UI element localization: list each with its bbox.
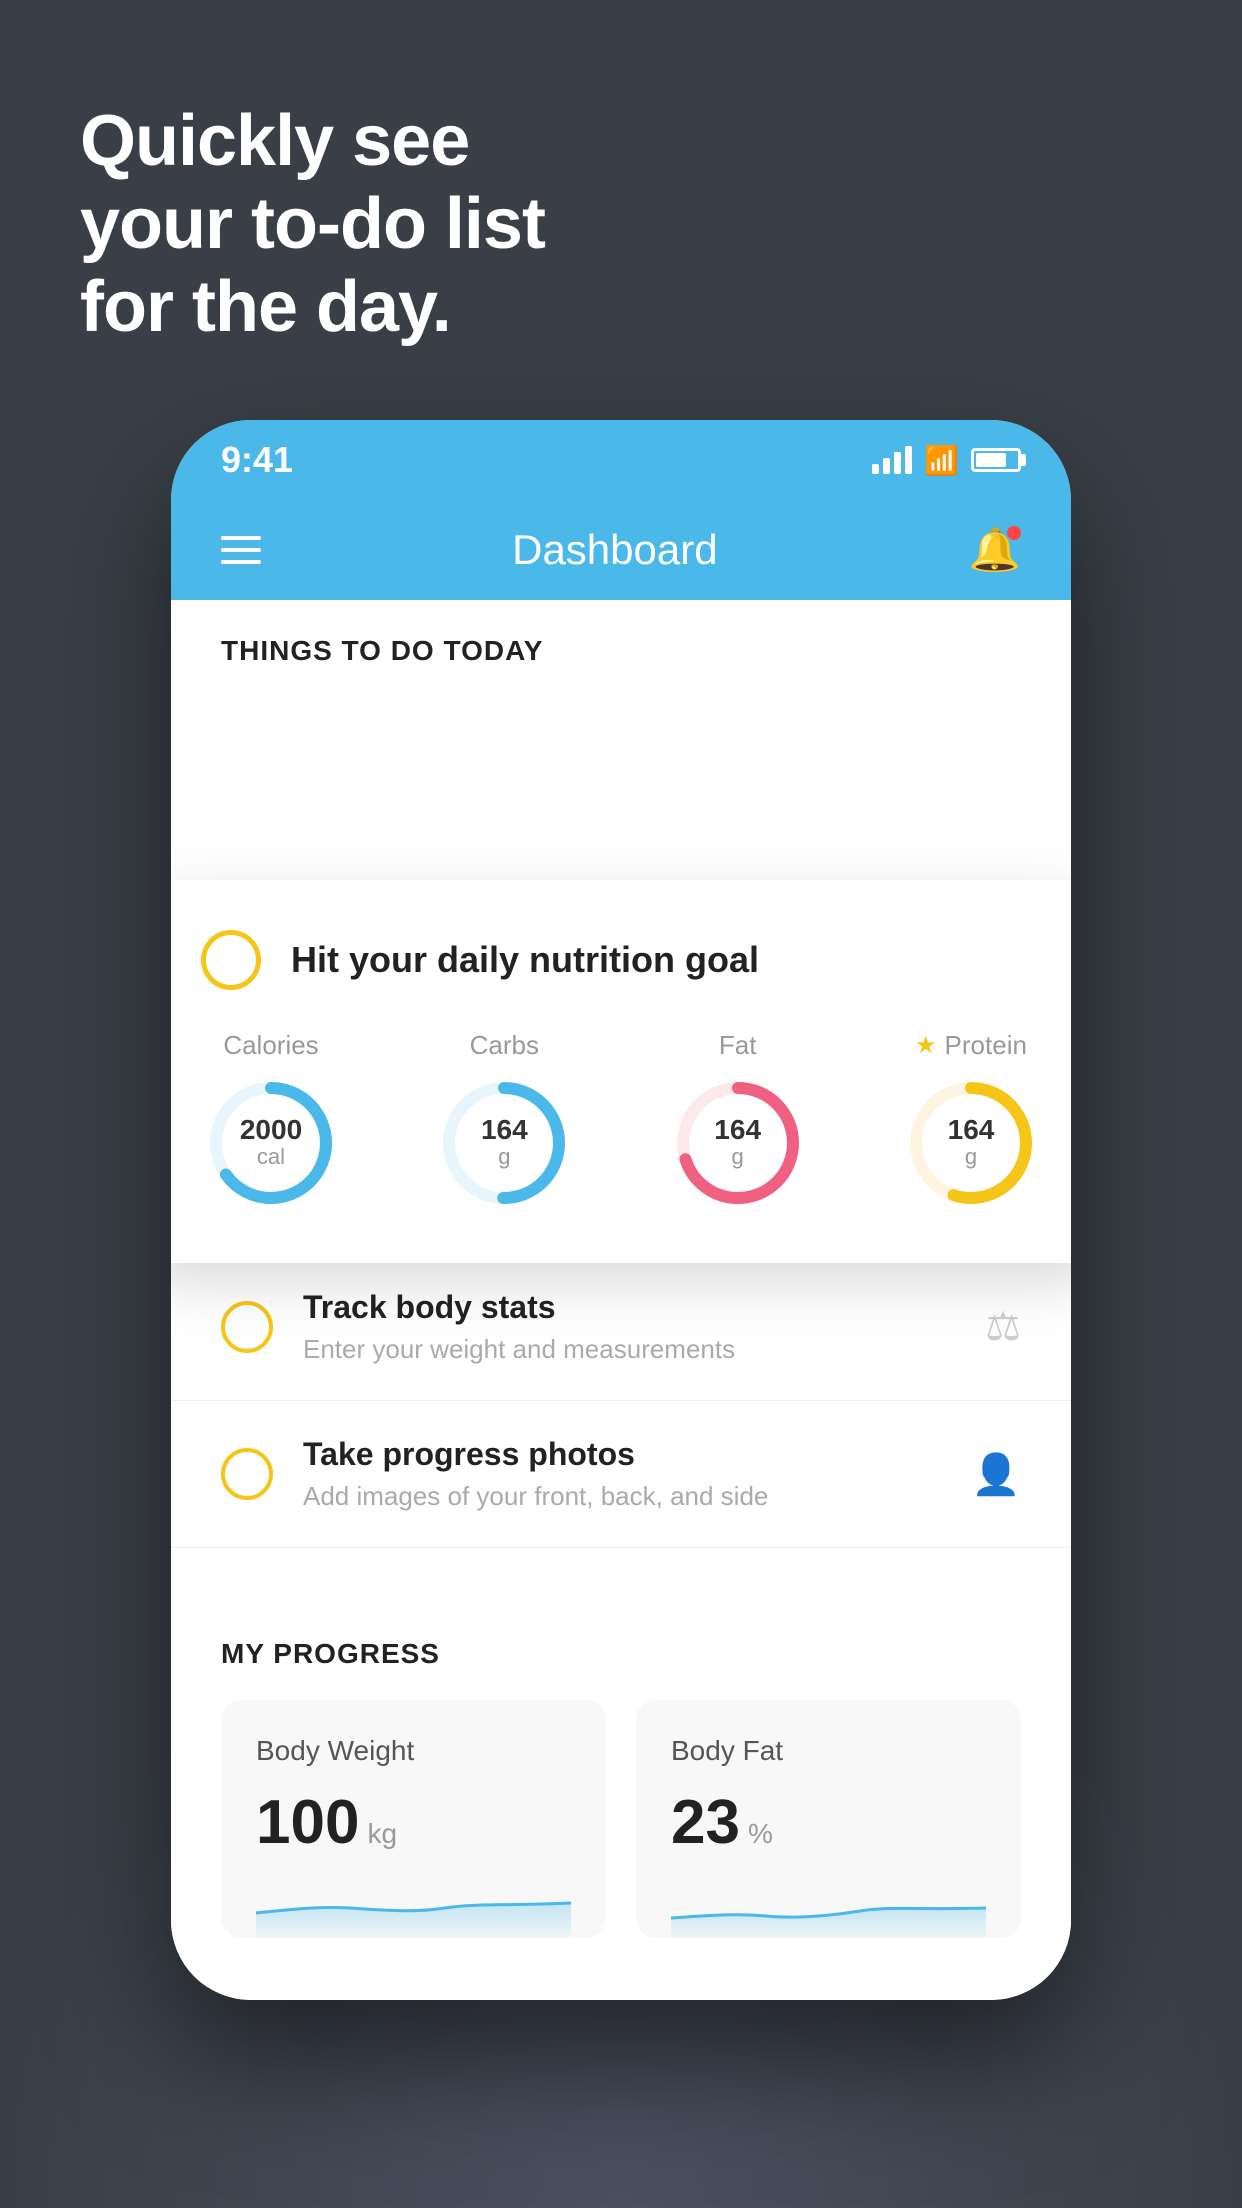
body-weight-value: 100 bbox=[256, 1787, 359, 1858]
bodystats-icon: ⚖ bbox=[985, 1304, 1021, 1350]
battery-icon bbox=[971, 448, 1021, 472]
scrollable-content: THINGS TO DO TODAY Hit your daily nutrit… bbox=[171, 600, 1071, 2000]
hero-line1: Quickly see bbox=[80, 100, 545, 183]
body-weight-chart bbox=[256, 1878, 571, 1938]
photos-desc: Add images of your front, back, and side bbox=[303, 1481, 941, 1512]
body-fat-chart bbox=[671, 1878, 986, 1938]
bodystats-circle bbox=[221, 1301, 273, 1353]
calories-ring: 2000 cal bbox=[201, 1073, 341, 1213]
body-weight-value-row: 100 kg bbox=[256, 1787, 571, 1858]
bodystats-text: Track body stats Enter your weight and m… bbox=[303, 1289, 955, 1365]
photos-name: Take progress photos bbox=[303, 1436, 941, 1473]
nutrition-protein: ★ Protein 164 g bbox=[901, 1030, 1041, 1213]
photos-icon: 👤 bbox=[971, 1451, 1021, 1498]
calories-label: Calories bbox=[223, 1030, 318, 1061]
body-fat-value: 23 bbox=[671, 1787, 740, 1858]
nutrition-fat: Fat 164 g bbox=[668, 1030, 808, 1213]
protein-value-text: 164 g bbox=[948, 1116, 995, 1170]
protein-label: ★ Protein bbox=[915, 1030, 1027, 1061]
nutrition-calories: Calories 2000 cal bbox=[201, 1030, 341, 1213]
todo-item-photos[interactable]: Take progress photos Add images of your … bbox=[171, 1401, 1071, 1548]
carbs-label: Carbs bbox=[470, 1030, 539, 1061]
star-icon: ★ bbox=[915, 1031, 937, 1060]
bodystats-desc: Enter your weight and measurements bbox=[303, 1334, 955, 1365]
nutrition-circles: Calories 2000 cal bbox=[201, 1030, 1041, 1213]
todo-item-body-stats[interactable]: Track body stats Enter your weight and m… bbox=[171, 1254, 1071, 1401]
nav-title: Dashboard bbox=[512, 526, 717, 574]
carbs-value-text: 164 g bbox=[481, 1116, 528, 1170]
progress-section: MY PROGRESS Body Weight 100 kg bbox=[171, 1588, 1071, 1988]
progress-cards: Body Weight 100 kg bbox=[221, 1700, 1021, 1938]
phone-container: 9:41 📶 Dashboard 🔔 bbox=[171, 420, 1071, 2100]
things-header: THINGS TO DO TODAY bbox=[171, 600, 1071, 687]
body-weight-card[interactable]: Body Weight 100 kg bbox=[221, 1700, 606, 1938]
fat-value-text: 164 g bbox=[714, 1116, 761, 1170]
notification-dot bbox=[1007, 526, 1021, 540]
body-fat-value-row: 23 % bbox=[671, 1787, 986, 1858]
phone-frame: 9:41 📶 Dashboard 🔔 bbox=[171, 420, 1071, 2000]
fat-ring: 164 g bbox=[668, 1073, 808, 1213]
body-fat-unit: % bbox=[748, 1818, 773, 1850]
carbs-ring: 164 g bbox=[434, 1073, 574, 1213]
body-weight-unit: kg bbox=[367, 1818, 397, 1850]
wifi-icon: 📶 bbox=[924, 444, 959, 477]
body-weight-title: Body Weight bbox=[256, 1735, 571, 1767]
hamburger-menu-button[interactable] bbox=[221, 536, 261, 564]
status-bar: 9:41 📶 bbox=[171, 420, 1071, 500]
signal-bars-icon bbox=[872, 446, 912, 474]
fat-label: Fat bbox=[719, 1030, 757, 1061]
photos-text: Take progress photos Add images of your … bbox=[303, 1436, 941, 1512]
status-icons: 📶 bbox=[872, 444, 1021, 477]
calories-value-text: 2000 cal bbox=[240, 1116, 302, 1170]
hero-text: Quickly see your to-do list for the day. bbox=[80, 100, 545, 348]
hero-line3: for the day. bbox=[80, 266, 545, 349]
progress-title: MY PROGRESS bbox=[221, 1638, 1021, 1670]
card-header: Hit your daily nutrition goal bbox=[201, 930, 1041, 990]
body-fat-title: Body Fat bbox=[671, 1735, 986, 1767]
bodystats-name: Track body stats bbox=[303, 1289, 955, 1326]
protein-ring: 164 g bbox=[901, 1073, 1041, 1213]
nav-bar: Dashboard 🔔 bbox=[171, 500, 1071, 600]
nutrition-carbs: Carbs 164 g bbox=[434, 1030, 574, 1213]
notification-bell-button[interactable]: 🔔 bbox=[969, 526, 1021, 575]
phone-content: THINGS TO DO TODAY Hit your daily nutrit… bbox=[171, 600, 1071, 2000]
body-fat-card[interactable]: Body Fat 23 % bbox=[636, 1700, 1021, 1938]
nutrition-circle-check[interactable] bbox=[201, 930, 261, 990]
floating-card: Hit your daily nutrition goal Calories bbox=[171, 880, 1071, 1263]
section-title: THINGS TO DO TODAY bbox=[221, 635, 543, 666]
status-time: 9:41 bbox=[221, 439, 293, 481]
card-title: Hit your daily nutrition goal bbox=[291, 939, 759, 981]
photos-circle bbox=[221, 1448, 273, 1500]
hero-line2: your to-do list bbox=[80, 183, 545, 266]
